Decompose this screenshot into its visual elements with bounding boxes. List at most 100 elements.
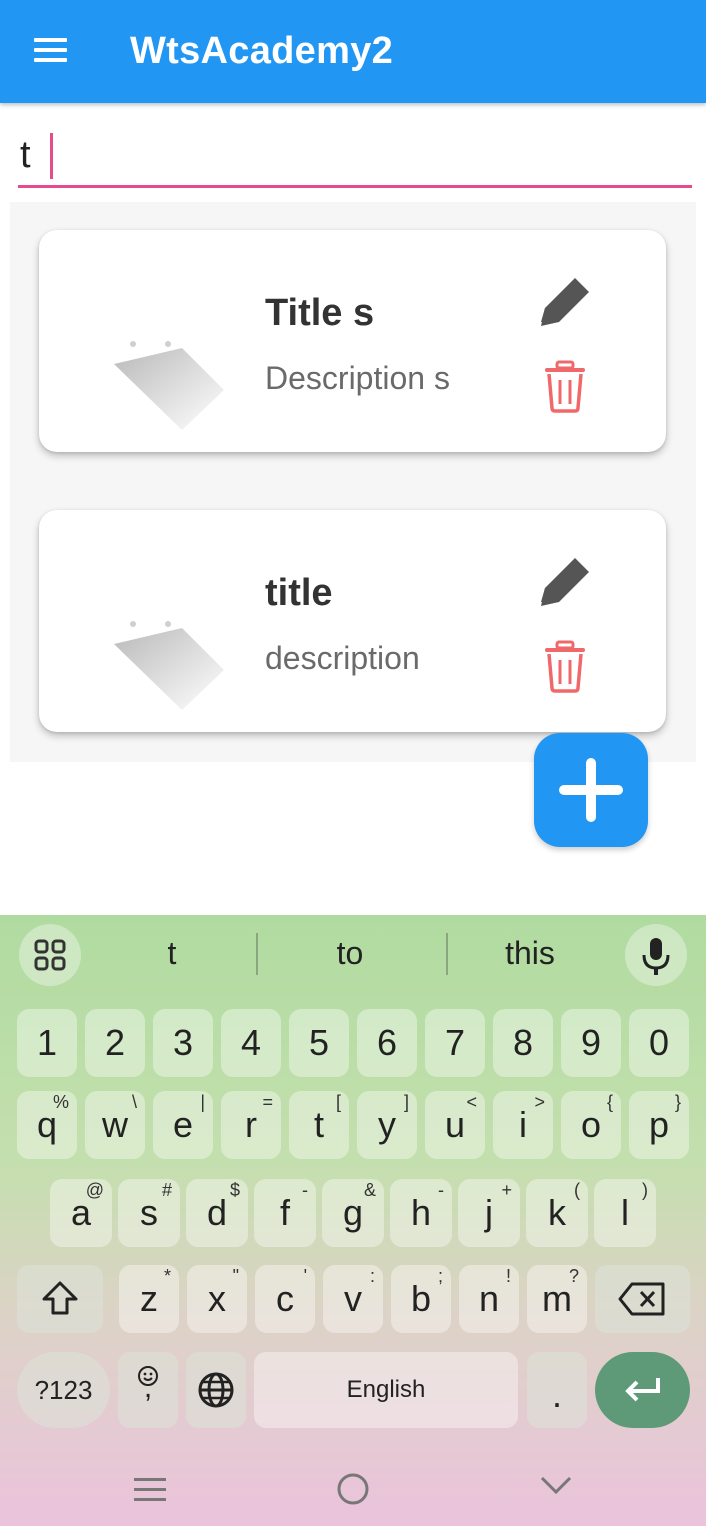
key-y[interactable]: y] [357,1091,417,1159]
key-secondary-symbol: & [363,1180,376,1200]
key-secondary-symbol: ( [574,1180,580,1200]
home-icon[interactable] [323,1462,383,1518]
hamburger-menu-icon[interactable] [22,30,78,74]
key-secondary-symbol: " [232,1266,239,1286]
note-title: Title s [265,292,375,334]
key-z[interactable]: z * [119,1265,179,1333]
key-secondary-symbol: ' [303,1266,307,1286]
text-cursor [50,133,53,179]
language-globe-key[interactable] [186,1352,246,1428]
key-c[interactable]: c ' [255,1265,315,1333]
note-card[interactable]: title description [39,510,666,732]
keyboard-apps-grid-icon[interactable] [19,924,81,986]
key-secondary-symbol: ; [437,1266,443,1286]
add-note-button[interactable] [534,733,648,847]
key-3[interactable]: 3 [153,1009,213,1077]
key-o[interactable]: o{ [561,1091,621,1159]
key-secondary-symbol: : [369,1266,375,1286]
key-secondary-symbol: | [200,1092,205,1112]
key-7[interactable]: 7 [425,1009,485,1077]
notes-list: Title s Description s title description [10,202,696,762]
emoji-key-secondary-label: , [143,1371,153,1404]
key-b[interactable]: b; [391,1265,451,1333]
key-p[interactable]: p} [629,1091,689,1159]
key-6[interactable]: 6 [357,1009,417,1077]
key-s[interactable]: s # [118,1179,180,1247]
on-screen-keyboard: t to this 1234567890 q% w \ e | r = t[y] u < i > o{p… [0,915,706,1526]
edit-pencil-icon[interactable] [535,272,595,328]
key-secondary-symbol: @ [85,1180,104,1200]
key-f[interactable]: f- [254,1179,316,1247]
microphone-icon[interactable] [625,924,687,986]
key-secondary-symbol: - [438,1180,444,1200]
key-secondary-symbol: > [534,1092,545,1112]
key-i[interactable]: i > [493,1091,553,1159]
suggestion-item[interactable]: this [470,935,590,975]
key-secondary-symbol: ? [568,1266,579,1286]
key-g[interactable]: g & [322,1179,384,1247]
key-secondary-symbol: + [501,1180,512,1200]
key-secondary-symbol: [ [335,1092,341,1112]
recent-apps-icon[interactable] [120,1462,180,1518]
note-description: Description s [265,360,450,396]
key-0[interactable]: 0 [629,1009,689,1077]
key-secondary-symbol: ) [642,1180,648,1200]
key-secondary-symbol: { [606,1092,613,1112]
period-key[interactable]: . [527,1352,587,1428]
key-r[interactable]: r = [221,1091,281,1159]
key-v[interactable]: v: [323,1265,383,1333]
symbols-key[interactable]: ?123 [17,1352,110,1428]
note-illustration-icon [114,621,224,710]
key-4[interactable]: 4 [221,1009,281,1077]
suggestion-divider [256,933,258,975]
key-secondary-symbol: < [466,1092,477,1112]
key-secondary-symbol: # [161,1180,172,1200]
key-w[interactable]: w \ [85,1091,145,1159]
key-secondary-symbol: * [163,1266,171,1286]
key-a[interactable]: a @ [50,1179,112,1247]
key-8[interactable]: 8 [493,1009,553,1077]
key-secondary-symbol: - [302,1180,308,1200]
backspace-icon [618,1282,665,1316]
delete-trash-icon[interactable] [537,358,593,414]
key-e[interactable]: e | [153,1091,213,1159]
back-chevron-down-icon[interactable] [526,1462,586,1518]
key-secondary-symbol: ! [505,1266,511,1286]
edit-pencil-icon[interactable] [535,552,595,608]
key-2[interactable]: 2 [85,1009,145,1077]
key-q[interactable]: q% [17,1091,77,1159]
globe-icon [198,1372,234,1408]
key-h[interactable]: h- [390,1179,452,1247]
key-u[interactable]: u < [425,1091,485,1159]
app-bar: WtsAcademy2 [0,0,706,103]
key-m[interactable]: m? [527,1265,587,1333]
key-1[interactable]: 1 [17,1009,77,1077]
note-card[interactable]: Title s Description s [39,230,666,452]
key-secondary-symbol: ] [403,1092,409,1112]
search-field [18,125,692,189]
emoji-comma-key[interactable]: , [118,1352,178,1428]
key-n[interactable]: n! [459,1265,519,1333]
key-d[interactable]: d $ [186,1179,248,1247]
key-secondary-symbol: % [52,1092,69,1112]
suggestion-item[interactable]: to [290,935,410,975]
key-x[interactable]: x " [187,1265,247,1333]
key-k[interactable]: k( [526,1179,588,1247]
key-secondary-symbol: = [262,1092,273,1112]
key-9[interactable]: 9 [561,1009,621,1077]
key-j[interactable]: j + [458,1179,520,1247]
note-description: description [265,640,420,676]
key-5[interactable]: 5 [289,1009,349,1077]
search-input[interactable] [18,125,692,188]
suggestion-divider [446,933,448,975]
space-key[interactable]: English [254,1352,518,1428]
shift-key[interactable] [17,1265,103,1333]
enter-key[interactable] [595,1352,690,1428]
key-secondary-symbol: $ [229,1180,240,1200]
key-l[interactable]: l) [594,1179,656,1247]
suggestion-item[interactable]: t [112,935,232,975]
enter-arrow-icon [625,1378,660,1402]
delete-trash-icon[interactable] [537,638,593,694]
key-t[interactable]: t[ [289,1091,349,1159]
backspace-key[interactable] [595,1265,690,1333]
